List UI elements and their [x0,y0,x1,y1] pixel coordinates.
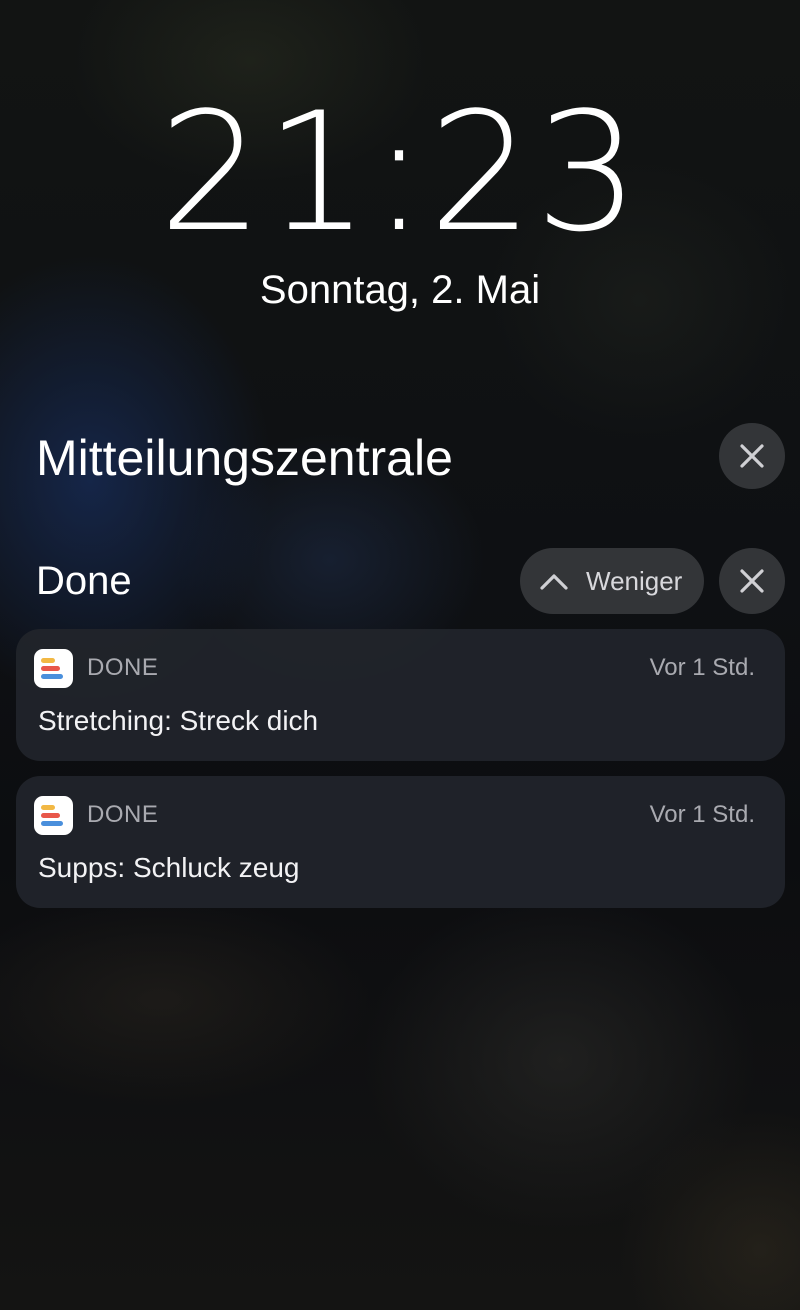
show-less-button[interactable]: Weniger [520,548,704,614]
notification-center-title: Mitteilungszentrale [36,430,453,486]
notification-card[interactable]: DONE Vor 1 Std. Stretching: Streck dich [16,629,785,761]
chevron-up-icon [540,574,568,590]
clear-group-button[interactable] [719,548,785,614]
close-icon [740,444,764,468]
close-icon [740,569,764,593]
notification-message: Stretching: Streck dich [38,705,319,736]
lock-screen-clock: 21:23 [158,77,642,268]
notification-group-title: Done [36,559,132,603]
notification-time: Vor 1 Std. [649,801,755,828]
done-app-icon [34,796,73,835]
notification-message: Supps: Schluck zeug [38,852,300,883]
clear-all-notifications-button[interactable] [719,423,785,489]
notification-app-name: DONE [87,801,159,828]
lock-screen-date: Sonntag, 2. Mai [259,268,541,312]
notification-card[interactable]: DONE Vor 1 Std. Supps: Schluck zeug [16,776,785,908]
show-less-label: Weniger [586,565,683,596]
done-app-icon [34,649,73,688]
notification-time: Vor 1 Std. [649,654,755,681]
notification-app-name: DONE [87,654,159,681]
